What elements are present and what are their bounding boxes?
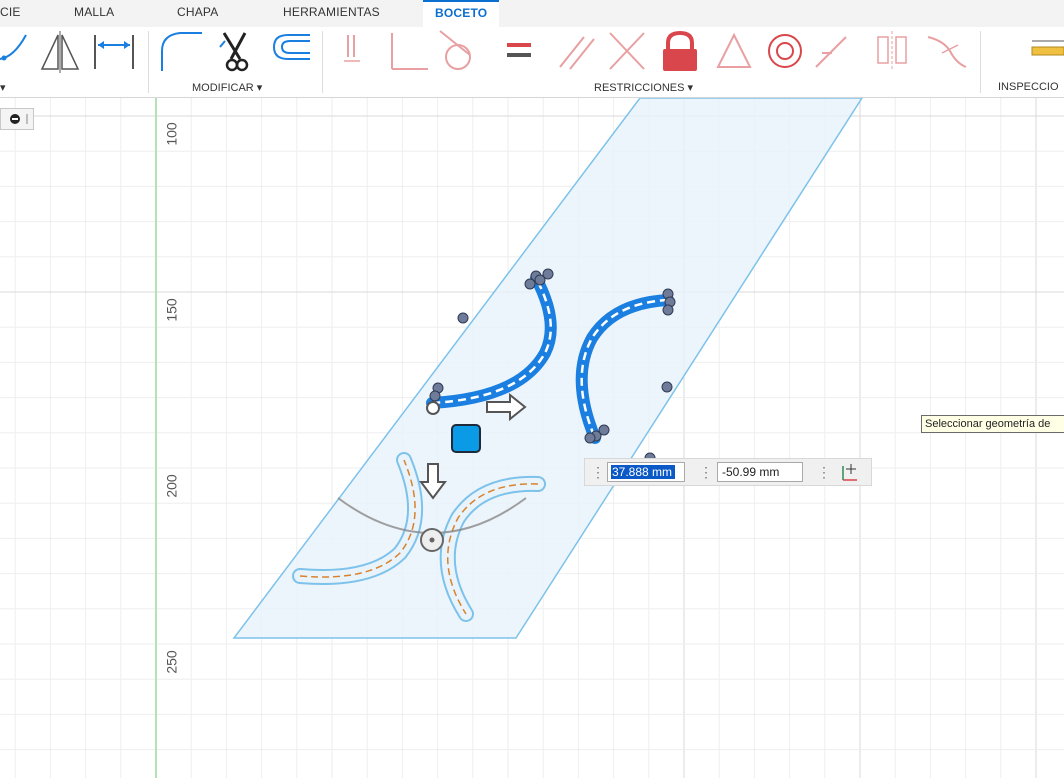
toolbar-separator xyxy=(980,31,981,93)
ruler-label-200: 200 xyxy=(163,474,180,498)
y-distance-input[interactable]: -50.99 mm xyxy=(717,462,803,482)
tab-boceto[interactable]: BOCETO xyxy=(423,0,500,29)
toolbar-separator xyxy=(322,31,323,93)
tab-malla[interactable]: MALLA xyxy=(74,0,114,27)
sketch-canvas[interactable]: 100 150 200 250 xyxy=(0,98,1064,778)
smooth-icon[interactable] xyxy=(927,36,967,68)
ruler-label-250: 250 xyxy=(163,650,180,674)
spline-icon[interactable] xyxy=(0,34,27,61)
modificar-menu[interactable]: MODIFICAR ▾ xyxy=(192,81,262,94)
triangle-icon[interactable] xyxy=(716,32,752,68)
separator-dots-icon: ⋮ xyxy=(817,464,831,480)
minus-icon[interactable] xyxy=(10,114,20,124)
separator-dots-icon: ⋮ xyxy=(699,464,713,480)
concentric-icon[interactable] xyxy=(768,34,802,68)
fillet-icon[interactable] xyxy=(161,32,202,71)
ribbon-toolbar: ▾ MODIFICAR ▾ RESTRICCIONES ▾ INSPECCIO xyxy=(0,27,1064,98)
free-move-handle[interactable] xyxy=(451,424,481,453)
dimension-input-panel: ⋮ 37.888 mm ⋮ -50.99 mm ⋮ xyxy=(584,458,872,486)
inspeccion-menu[interactable]: INSPECCIO xyxy=(998,81,1059,93)
parallel-icon[interactable] xyxy=(559,36,595,70)
dimension-icon[interactable] xyxy=(94,35,134,69)
rotation-center-handle[interactable] xyxy=(420,528,444,552)
perpendicular-icon[interactable] xyxy=(391,33,428,70)
sketch-plane[interactable] xyxy=(232,98,863,639)
coincident-icon[interactable] xyxy=(344,35,360,62)
tab-herramientas[interactable]: HERRAMIENTAS xyxy=(283,0,380,27)
x-distance-value: 37.888 mm xyxy=(612,465,673,479)
offset-icon[interactable] xyxy=(272,34,310,60)
create-dropdown-arrow[interactable]: ▾ xyxy=(0,81,6,94)
ruler-label-100: 100 xyxy=(163,122,180,146)
drag-handle-icon[interactable]: ⋮ xyxy=(591,464,605,480)
toolbar-icons xyxy=(0,30,1064,73)
equal-icon[interactable] xyxy=(507,43,531,57)
mirror-icon[interactable] xyxy=(40,31,80,73)
tab-chapa[interactable]: CHAPA xyxy=(177,0,218,27)
measure-icon[interactable] xyxy=(1031,40,1064,56)
ruler-label-150: 150 xyxy=(163,298,180,322)
tangent-icon[interactable] xyxy=(439,30,471,70)
hint-tooltip: Seleccionar geometría de xyxy=(921,415,1064,433)
visibility-toggle-panel[interactable] xyxy=(0,108,34,130)
pivot-point[interactable] xyxy=(426,401,440,415)
restricciones-menu[interactable]: RESTRICCIONES ▾ xyxy=(594,81,693,94)
coordinate-system-icon[interactable] xyxy=(839,462,861,484)
symmetry-icon[interactable] xyxy=(877,31,907,69)
midpoint-icon[interactable] xyxy=(815,36,847,68)
collinear-icon[interactable] xyxy=(609,32,645,70)
tab-superficie[interactable]: CIE xyxy=(0,0,21,27)
toolbar-separator xyxy=(148,31,149,93)
fix-lock-icon[interactable] xyxy=(663,30,697,71)
sketch-viewport[interactable] xyxy=(0,98,1064,778)
ribbon-tab-bar: CIE MALLA CHAPA HERRAMIENTAS BOCETO xyxy=(0,0,1064,29)
trim-icon[interactable] xyxy=(219,32,249,72)
